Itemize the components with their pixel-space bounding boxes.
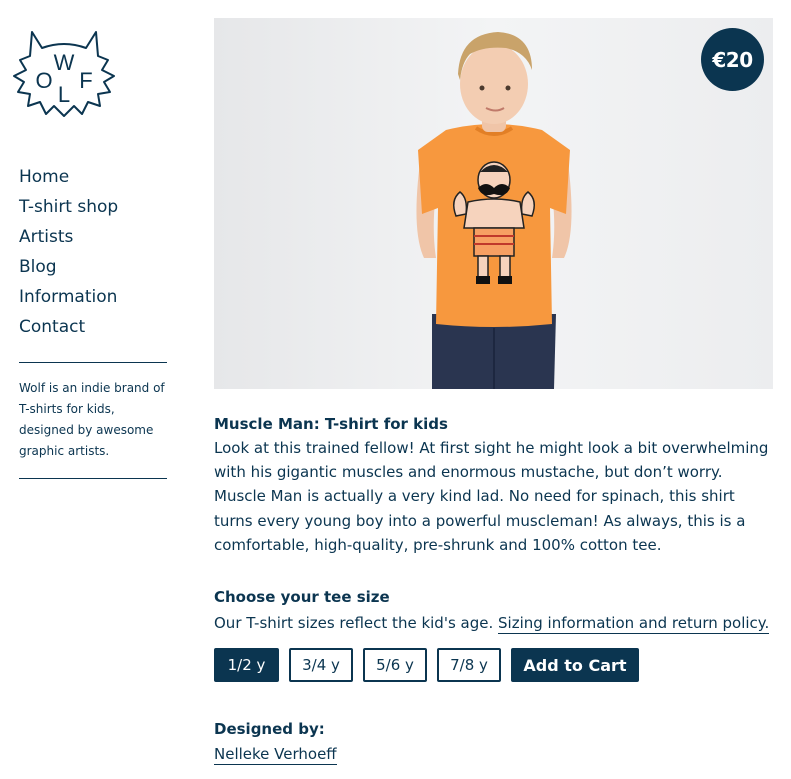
size-option-3-4[interactable]: 3/4 y bbox=[289, 648, 353, 682]
nav-item-blog: Blog bbox=[19, 254, 118, 284]
logo-letter-f: F bbox=[79, 68, 92, 93]
product-info: Muscle Man: T-shirt for kids Look at thi… bbox=[214, 412, 774, 557]
product-description: Look at this trained fellow! At first si… bbox=[214, 439, 769, 554]
nav-link-information[interactable]: Information bbox=[19, 284, 117, 310]
size-heading: Choose your tee size bbox=[214, 588, 390, 606]
product-photo-boy-in-orange-tshirt bbox=[214, 18, 773, 389]
logo-letter-l: L bbox=[58, 82, 70, 107]
brand-about-text: Wolf is an indie brand of T-shirts for k… bbox=[19, 381, 165, 458]
nav-item-information: Information bbox=[19, 284, 118, 314]
sizing-policy-link[interactable]: Sizing information and return policy. bbox=[498, 614, 770, 634]
size-options: 1/2 y 3/4 y 5/6 y 7/8 y Add to Cart bbox=[214, 648, 639, 682]
sidebar-divider-bottom bbox=[19, 478, 167, 479]
nav-item-contact: Contact bbox=[19, 314, 118, 344]
nav-link-home[interactable]: Home bbox=[19, 164, 69, 190]
size-info: Our T-shirt sizes reflect the kid's age.… bbox=[214, 612, 770, 634]
sidebar-divider-top bbox=[19, 362, 167, 363]
designer-link[interactable]: Nelleke Verhoeff bbox=[214, 744, 337, 765]
product-photo: €20 bbox=[214, 18, 773, 389]
wolf-head-icon: W O L F bbox=[13, 31, 115, 117]
main-nav: Home T-shirt shop Artists Blog Informati… bbox=[19, 164, 118, 344]
add-to-cart-button[interactable]: Add to Cart bbox=[511, 648, 639, 682]
nav-link-contact[interactable]: Contact bbox=[19, 314, 85, 340]
designer-heading: Designed by: bbox=[214, 720, 325, 738]
wolf-logo[interactable]: W O L F bbox=[10, 26, 118, 120]
size-option-1-2[interactable]: 1/2 y bbox=[214, 648, 279, 682]
size-option-5-6[interactable]: 5/6 y bbox=[363, 648, 427, 682]
logo-letter-w: W bbox=[54, 50, 75, 75]
nav-item-tshirt-shop: T-shirt shop bbox=[19, 194, 118, 224]
size-info-text: Our T-shirt sizes reflect the kid's age. bbox=[214, 614, 494, 632]
nav-item-artists: Artists bbox=[19, 224, 118, 254]
nav-item-home: Home bbox=[19, 164, 118, 194]
size-option-7-8[interactable]: 7/8 y bbox=[437, 648, 501, 682]
product-title: Muscle Man: T-shirt for kids bbox=[214, 415, 448, 433]
nav-link-tshirt-shop[interactable]: T-shirt shop bbox=[19, 194, 118, 220]
nav-link-blog[interactable]: Blog bbox=[19, 254, 57, 280]
nav-link-artists[interactable]: Artists bbox=[19, 224, 73, 250]
logo-letter-o: O bbox=[35, 68, 52, 93]
price-badge: €20 bbox=[701, 28, 764, 91]
